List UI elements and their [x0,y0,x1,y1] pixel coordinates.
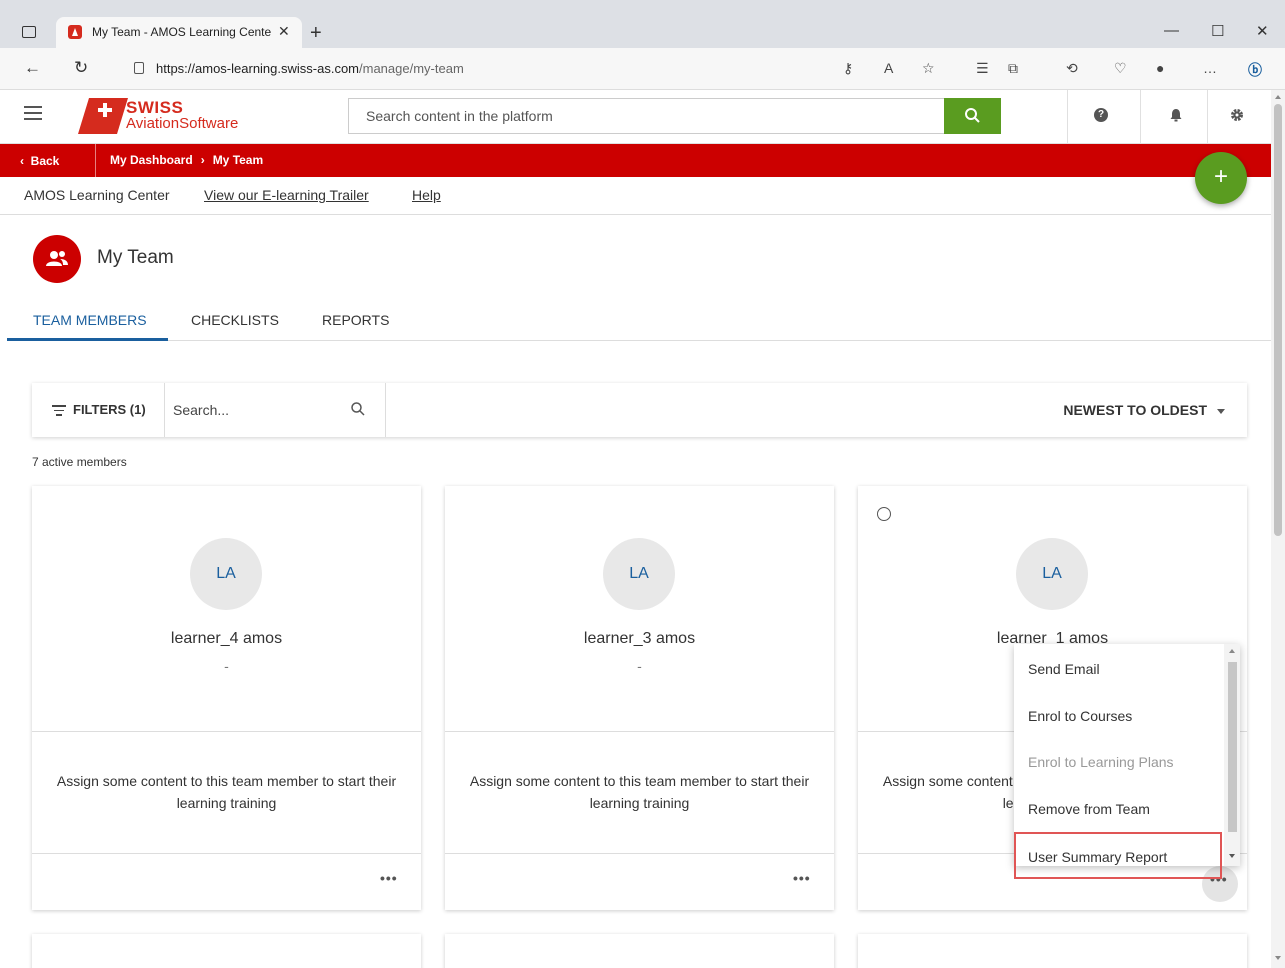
search-button[interactable] [944,98,1001,134]
select-radio[interactable] [877,507,891,521]
page-scrollbar[interactable] [1271,90,1285,968]
lock-icon [134,62,144,74]
filter-icon [52,405,66,416]
platform-search [348,98,1001,134]
menu-scrollbar[interactable] [1224,644,1240,866]
more-options-icon[interactable]: ••• [380,870,398,886]
gear-icon[interactable] [1230,108,1244,122]
bell-icon[interactable] [1169,108,1183,122]
performance-icon[interactable]: ♡ [1114,60,1127,77]
help-link[interactable]: Help [412,187,441,203]
browser-tab-bar: My Team - AMOS Learning Cente ✕ + — ☐ ✕ [0,0,1285,48]
help-icon[interactable]: ? [1094,108,1108,122]
new-tab-button[interactable]: + [310,22,322,45]
filter-bar: FILTERS (1) NEWEST TO OLDEST [32,383,1247,437]
member-card[interactable] [858,934,1247,968]
logo-mark-icon [78,98,128,134]
chevron-down-icon [1217,408,1225,414]
url-host: https://amos-learning.swiss-as.com [156,61,360,76]
team-icon [33,235,81,283]
highlight-box [1014,832,1222,879]
avatar: LA [603,538,675,610]
member-card[interactable]: LA learner_4 amos - Assign some content … [32,486,421,910]
search-icon[interactable] [350,401,366,417]
member-card[interactable] [445,934,834,968]
member-message: Assign some content to this team member … [56,773,397,811]
menu-item-enrol-learning-plans: Enrol to Learning Plans [1028,754,1174,770]
active-tab-indicator [7,338,168,341]
url-field[interactable]: https://amos-learning.swiss-as.com/manag… [120,54,950,84]
page-tabs: TEAM MEMBERS CHECKLISTS REPORTS [7,296,1271,341]
member-count: 7 active members [32,455,127,469]
bing-icon[interactable]: ⓑ [1248,60,1262,80]
member-name: learner_4 amos [170,630,283,647]
company-logo[interactable]: SWISS AviationSoftware [78,98,258,134]
breadcrumb-dashboard[interactable]: My Dashboard [110,153,193,167]
back-arrow-icon[interactable]: ← [24,58,41,78]
menu-item-enrol-courses[interactable]: Enrol to Courses [1028,708,1132,724]
sort-dropdown[interactable]: NEWEST TO OLDEST [1063,402,1225,418]
back-label: Back [30,154,60,168]
member-search [165,383,386,437]
platform-search-input[interactable] [349,99,943,133]
filters-button[interactable]: FILTERS (1) [32,383,165,437]
tab-close-icon[interactable]: ✕ [278,23,290,40]
trailer-link[interactable]: View our E-learning Trailer [204,187,369,203]
menu-item-remove-from-team[interactable]: Remove from Team [1028,801,1150,817]
breadcrumb-chevron-icon: › [200,153,205,167]
tab-team-members[interactable]: TEAM MEMBERS [33,312,147,328]
tab-reports[interactable]: REPORTS [322,312,389,328]
more-options-icon[interactable]: ••• [793,870,811,886]
profile-icon[interactable]: ● [1156,60,1164,76]
sort-label: NEWEST TO OLDEST [1063,402,1207,418]
scroll-up-icon[interactable] [1275,95,1281,99]
tab-actions-icon[interactable] [22,26,36,38]
refresh-icon[interactable]: ↻ [74,58,88,78]
avatar: LA [1016,538,1088,610]
page-title: My Team [97,247,174,268]
minimize-icon[interactable]: — [1164,22,1179,39]
breadcrumb: ‹ Back My Dashboard › My Team [0,144,1271,177]
maximize-icon[interactable]: ☐ [1211,22,1224,40]
member-message: Assign some content to this team member … [469,773,810,811]
back-link[interactable]: ‹ Back [20,154,59,168]
tab-checklists[interactable]: CHECKLISTS [191,312,279,328]
member-subtitle: - [637,658,642,674]
more-tools-icon[interactable]: … [1203,60,1217,76]
search-icon [965,108,980,123]
url-path: /manage/my-team [359,61,464,76]
history-icon[interactable]: ⟲ [1066,60,1078,77]
avatar: LA [190,538,262,610]
read-aloud-icon[interactable]: A [884,60,893,76]
member-subtitle: - [224,658,229,674]
filters-label: FILTERS (1) [73,402,146,417]
scroll-down-icon[interactable] [1229,854,1235,858]
member-card[interactable] [32,934,421,968]
member-card[interactable]: LA learner_3 amos - Assign some content … [445,486,834,910]
menu-item-send-email[interactable]: Send Email [1028,661,1100,677]
page-scroll-thumb[interactable] [1274,104,1282,536]
tab-title: My Team - AMOS Learning Cente [92,25,272,39]
close-window-icon[interactable]: ✕ [1256,22,1269,40]
favicon-icon [68,25,82,39]
browser-tab[interactable]: My Team - AMOS Learning Cente ✕ [56,17,302,48]
learning-center-link[interactable]: AMOS Learning Center [24,187,170,203]
member-name: learner_3 amos [583,630,696,647]
favorite-star-icon[interactable]: ☆ [922,60,935,77]
menu-icon[interactable] [24,106,42,120]
key-icon[interactable]: ⚷ [843,60,853,77]
sub-navigation: AMOS Learning Center View our E-learning… [0,177,1271,215]
scroll-down-icon[interactable] [1275,956,1281,960]
menu-scroll-thumb[interactable] [1228,662,1237,832]
scroll-up-icon[interactable] [1229,649,1235,653]
breadcrumb-current: My Team [212,153,264,167]
app-header: SWISS AviationSoftware ? [0,90,1271,144]
collections-icon[interactable]: ⧉ [1008,60,1018,77]
address-bar: ← ↻ https://amos-learning.swiss-as.com/m… [0,48,1285,90]
add-fab-button[interactable]: + [1195,152,1247,204]
favorites-icon[interactable]: ☰ [976,60,989,77]
logo-aviation-text: AviationSoftware [126,115,239,132]
member-search-input[interactable] [173,395,333,425]
